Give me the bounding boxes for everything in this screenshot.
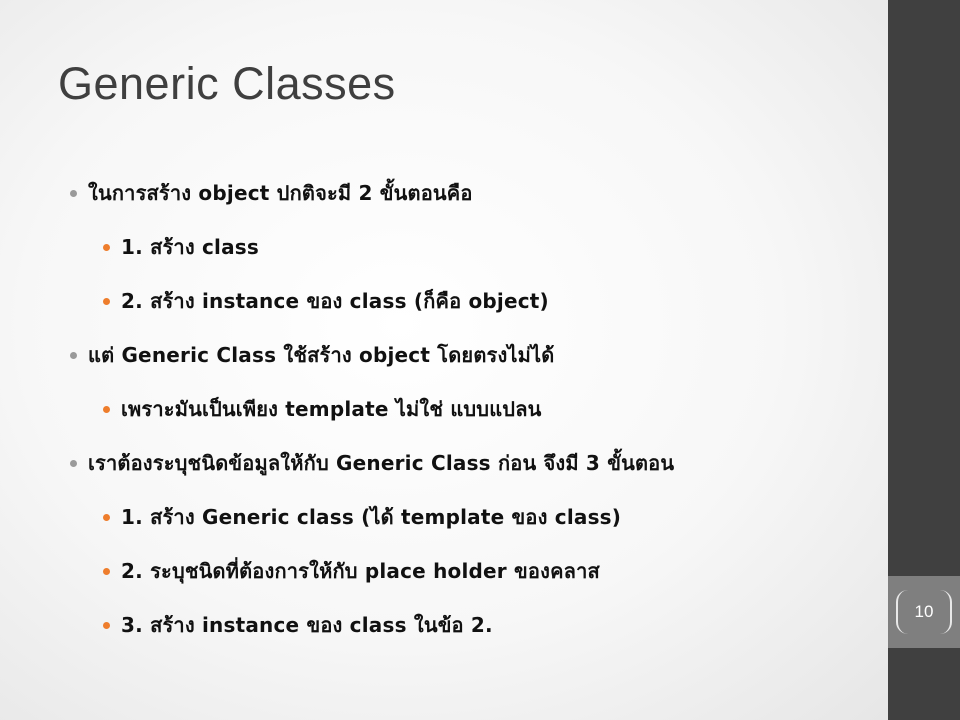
bullet-item: 2. ระบุชนิดที่ต้องการให้กับ place holder…: [103, 556, 600, 586]
bullet-item: แต่ Generic Class ใช้สร้าง object โดยตรง…: [70, 340, 555, 370]
bullet-item: เราต้องระบุชนิดข้อมูลให้กับ Generic Clas…: [70, 448, 674, 478]
bullet-dot-icon: [103, 243, 110, 251]
bullet-text: 2. ระบุชนิดที่ต้องการให้กับ place holder…: [121, 559, 600, 583]
bullet-dot-icon: [70, 459, 77, 467]
bullet-text: เพราะมันเป็นเพียง template ไม่ใช่ แบบแปล…: [121, 397, 542, 421]
bullet-text: 3. สร้าง instance ของ class ในข้อ 2.: [121, 613, 493, 637]
page-number-bracket: 10: [896, 590, 952, 634]
bullet-item: 2. สร้าง instance ของ class (ก็คือ objec…: [103, 286, 549, 316]
bullet-item: 1. สร้าง class: [103, 232, 259, 262]
bullet-text: ในการสร้าง object ปกติจะมี 2 ขั้นตอนคือ: [88, 181, 473, 205]
bullet-dot-icon: [103, 405, 110, 413]
bullet-dot-icon: [103, 621, 110, 629]
bullet-text: 1. สร้าง Generic class (ได้ template ของ…: [121, 505, 622, 529]
bullet-list: ในการสร้าง object ปกติจะมี 2 ขั้นตอนคือ …: [0, 0, 880, 720]
bullet-item: 1. สร้าง Generic class (ได้ template ของ…: [103, 502, 621, 532]
page-number: 10: [914, 602, 934, 621]
bullet-item: ในการสร้าง object ปกติจะมี 2 ขั้นตอนคือ: [70, 178, 473, 208]
bullet-text: 1. สร้าง class: [121, 235, 260, 259]
bullet-item: 3. สร้าง instance ของ class ในข้อ 2.: [103, 610, 493, 640]
bullet-dot-icon: [70, 189, 77, 197]
bullet-dot-icon: [103, 513, 110, 521]
bullet-dot-icon: [103, 567, 110, 575]
bullet-item: เพราะมันเป็นเพียง template ไม่ใช่ แบบแปล…: [103, 394, 542, 424]
bullet-dot-icon: [70, 351, 77, 359]
bullet-text: แต่ Generic Class ใช้สร้าง object โดยตรง…: [88, 343, 555, 367]
bullet-dot-icon: [103, 297, 110, 305]
bullet-text: 2. สร้าง instance ของ class (ก็คือ objec…: [121, 289, 549, 313]
slide-canvas: Generic Classes ในการสร้าง object ปกติจะ…: [0, 0, 888, 720]
bullet-text: เราต้องระบุชนิดข้อมูลให้กับ Generic Clas…: [88, 451, 675, 475]
